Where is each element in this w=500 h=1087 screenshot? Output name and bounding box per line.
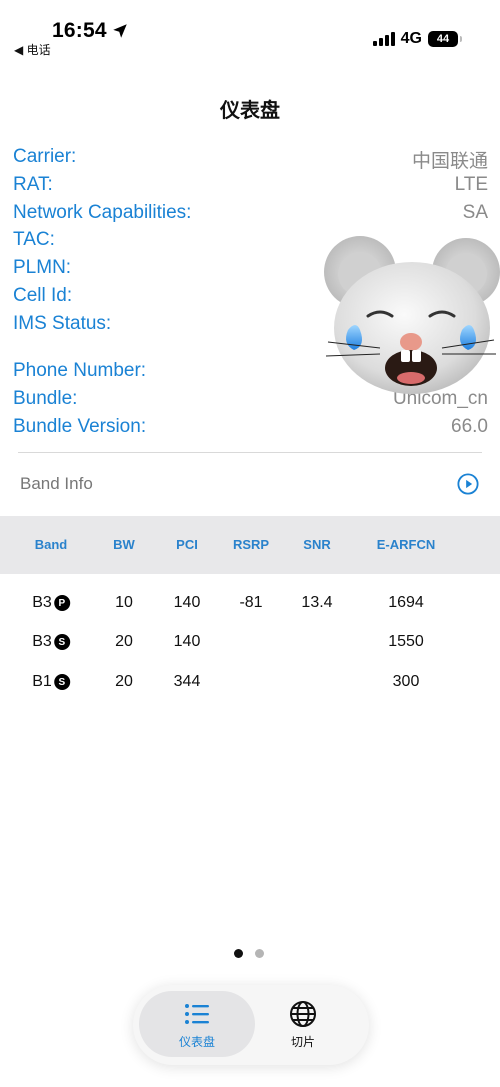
cellular-signal-icon: [372, 32, 395, 46]
band-name: B1: [32, 673, 52, 690]
band-cell: B3 S: [32, 633, 70, 651]
info-label: Cell Id:: [13, 285, 73, 306]
column-header-rsrp: RSRP: [232, 537, 270, 552]
info-label: Bundle:: [13, 388, 78, 409]
crying-mouse-memoji-sticker: [324, 236, 500, 394]
tab-slice[interactable]: 切片: [245, 991, 361, 1057]
band-name: B3: [32, 594, 52, 611]
info-label: IMS Status:: [13, 313, 112, 334]
pci-cell: 344: [173, 673, 201, 690]
secondary-cell-badge: S: [53, 674, 70, 690]
info-label: RAT:: [13, 174, 53, 195]
info-label: TAC:: [13, 229, 55, 250]
snr-cell: 13.4: [301, 594, 333, 611]
battery-level: 44: [436, 33, 450, 45]
network-type: 4G: [400, 30, 422, 47]
play-circle-icon[interactable]: [457, 473, 479, 495]
battery-icon: 44: [428, 31, 462, 47]
status-time-text: 16:54: [52, 19, 107, 42]
info-label: Phone Number:: [13, 360, 147, 381]
bw-cell: 20: [115, 633, 133, 650]
band-table-header: Band BW PCI RSRP SNR E-ARFCN: [0, 516, 500, 574]
info-value: LTE: [454, 174, 488, 195]
table-row: B1 S 20 344 300: [0, 673, 500, 703]
primary-cell-badge: P: [53, 595, 70, 611]
tab-label: 仪表盘: [178, 1034, 215, 1049]
info-value: 中国联通: [411, 151, 488, 172]
globe-icon: [290, 1000, 316, 1027]
band-info-title: Band Info: [20, 474, 93, 493]
info-label: Carrier:: [13, 146, 77, 167]
table-row: B3 S 20 140 1550: [0, 633, 500, 663]
tab-dashboard[interactable]: 仪表盘: [139, 991, 255, 1057]
table-row: B3 P 10 140 -81 13.4 1694: [0, 594, 500, 624]
column-header-pci: PCI: [176, 537, 198, 552]
earfcn-cell: 1694: [388, 594, 424, 611]
pci-cell: 140: [173, 633, 201, 650]
column-header-snr: SNR: [303, 537, 331, 552]
bw-cell: 10: [115, 594, 133, 611]
earfcn-cell: 300: [392, 673, 420, 690]
section-divider: [18, 452, 482, 453]
rsrp-cell: -81: [239, 594, 263, 611]
page-indicator[interactable]: [234, 949, 264, 958]
column-header-earfcn: E-ARFCN: [376, 537, 436, 552]
info-label: PLMN:: [13, 257, 72, 278]
secondary-cell-badge: S: [53, 634, 70, 650]
band-name: B3: [32, 633, 52, 650]
page-dot[interactable]: [255, 949, 264, 958]
page-title: 仪表盘: [220, 100, 280, 122]
band-cell: B3 P: [32, 594, 70, 612]
info-label: Bundle Version:: [13, 416, 147, 437]
status-time: 16:54: [52, 19, 129, 43]
column-header-bw: BW: [113, 537, 135, 552]
status-indicators: 4G 44: [372, 30, 462, 48]
tab-label: 切片: [290, 1034, 315, 1049]
info-row-bundle-version: Bundle Version: 66.0: [13, 416, 488, 442]
info-value: 66.0: [451, 416, 488, 437]
back-to-phone-link[interactable]: ◀ 电话: [14, 41, 51, 58]
band-cell: B1 S: [32, 673, 70, 691]
info-label: Network Capabilities:: [13, 202, 192, 223]
list-icon: [185, 1003, 209, 1024]
info-row-rat: RAT: LTE: [13, 174, 488, 200]
column-header-band: Band: [34, 537, 68, 552]
pci-cell: 140: [173, 594, 201, 611]
page-dot-active[interactable]: [234, 949, 243, 958]
earfcn-cell: 1550: [388, 633, 424, 650]
tab-bar: 仪表盘 切片: [133, 985, 369, 1065]
bw-cell: 20: [115, 673, 133, 690]
location-arrow-icon: [112, 24, 127, 38]
info-row-carrier: Carrier: 中国联通: [13, 146, 488, 172]
